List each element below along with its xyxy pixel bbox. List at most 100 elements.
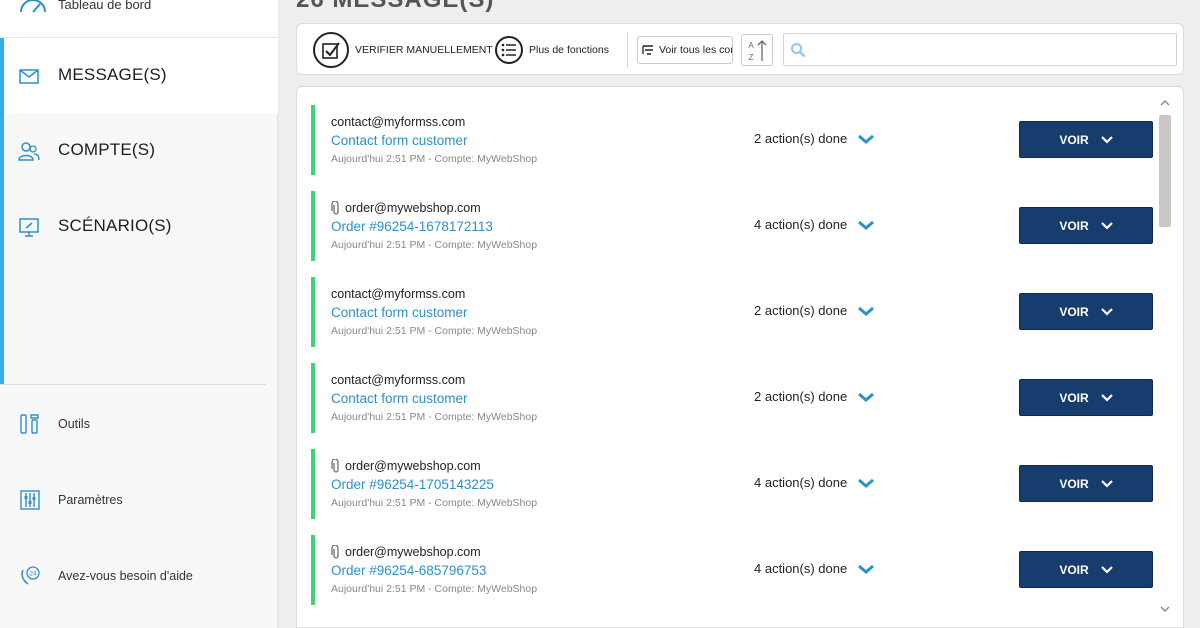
message-list: contact@myformss.com Contact form custom… bbox=[296, 86, 1184, 628]
view-button[interactable]: VOIR bbox=[1019, 293, 1153, 330]
paperclip-icon bbox=[331, 459, 339, 473]
view-button-label: VOIR bbox=[1059, 390, 1089, 405]
message-meta: Aujourd'hui 2:51 PM - Compte: MyWebShop bbox=[331, 153, 538, 165]
list-scrollbar[interactable] bbox=[1157, 95, 1173, 621]
view-button[interactable]: VOIR bbox=[1019, 465, 1153, 502]
chevron-down-icon bbox=[1100, 221, 1113, 230]
message-meta: Aujourd'hui 2:51 PM - Compte: MyWebShop bbox=[331, 497, 538, 509]
sidebar-item-messages[interactable]: MESSAGE(S) bbox=[4, 38, 278, 114]
actions-toggle[interactable]: 4 action(s) done bbox=[754, 217, 875, 232]
actions-count: 4 action(s) done bbox=[754, 561, 848, 576]
view-button-label: VOIR bbox=[1059, 304, 1089, 319]
users-icon bbox=[18, 142, 40, 161]
scroll-up-icon[interactable] bbox=[1160, 99, 1170, 107]
row-status-indicator bbox=[311, 191, 315, 261]
chevron-down-icon bbox=[1100, 479, 1113, 488]
row-status-indicator bbox=[311, 363, 315, 433]
more-functions-button[interactable]: Plus de fonctions bbox=[495, 34, 609, 66]
sidebar-item-scenarios[interactable]: SCÉNARIO(S) bbox=[4, 189, 278, 265]
sidebar-item-help-label: Avez-vous besoin d'aide bbox=[58, 569, 193, 583]
sidebar-item-settings[interactable]: Paramètres bbox=[0, 480, 278, 520]
message-subject-link[interactable]: Order #96254-1678172113 bbox=[331, 219, 493, 234]
sidebar-item-settings-label: Paramètres bbox=[58, 493, 123, 507]
sidebar-item-dashboard[interactable]: Tableau de bord bbox=[0, 0, 278, 38]
chevron-down-icon bbox=[1100, 135, 1113, 144]
dashboard-gauge-icon bbox=[20, 0, 46, 13]
sender-address: order@mywebshop.com bbox=[345, 201, 481, 215]
scrollbar-thumb[interactable] bbox=[1159, 115, 1171, 227]
row-status-indicator bbox=[311, 535, 315, 605]
sender-address: order@mywebshop.com bbox=[345, 545, 481, 559]
view-button-label: VOIR bbox=[1059, 132, 1089, 147]
chevron-down-icon bbox=[858, 220, 875, 230]
view-button-label: VOIR bbox=[1059, 562, 1089, 577]
chevron-down-icon bbox=[858, 392, 875, 402]
actions-toggle[interactable]: 4 action(s) done bbox=[754, 475, 875, 490]
verify-manually-label: VERIFIER MANUELLEMENT bbox=[355, 44, 493, 56]
contact-filter-select[interactable]: Voir tous les contacts bbox=[637, 36, 733, 64]
checklist-icon bbox=[313, 32, 349, 68]
actions-count: 2 action(s) done bbox=[754, 131, 848, 146]
svg-text:24: 24 bbox=[29, 571, 37, 578]
svg-text:Z: Z bbox=[749, 53, 754, 62]
sidebar-item-help[interactable]: 24 Avez-vous besoin d'aide bbox=[0, 556, 278, 596]
actions-toggle[interactable]: 2 action(s) done bbox=[754, 303, 875, 318]
sender-address: order@mywebshop.com bbox=[345, 459, 481, 473]
sidebar-item-accounts[interactable]: COMPTE(S) bbox=[4, 113, 278, 189]
sidebar: Tableau de bord MESSAGE(S) COMPTE(S) SCÉ… bbox=[0, 0, 278, 628]
message-subject-link[interactable]: Contact form customer bbox=[331, 391, 468, 406]
sidebar-divider bbox=[0, 384, 266, 385]
list-item: contact@myformss.com Contact form custom… bbox=[311, 105, 1153, 181]
view-button[interactable]: VOIR bbox=[1019, 207, 1153, 244]
sender-address: contact@myformss.com bbox=[331, 287, 466, 301]
chevron-down-icon bbox=[1100, 565, 1113, 574]
message-subject-link[interactable]: Order #96254-1705143225 bbox=[331, 477, 494, 492]
view-button-label: VOIR bbox=[1059, 476, 1089, 491]
list-item: contact@myformss.com Contact form custom… bbox=[311, 277, 1153, 353]
filter-icon bbox=[642, 45, 653, 55]
message-meta: Aujourd'hui 2:51 PM - Compte: MyWebShop bbox=[331, 411, 538, 423]
search-icon bbox=[791, 43, 806, 58]
toolbar-separator bbox=[627, 32, 628, 68]
view-button[interactable]: VOIR bbox=[1019, 551, 1153, 588]
verify-manually-button[interactable]: VERIFIER MANUELLEMENT bbox=[313, 32, 493, 68]
sidebar-item-tools[interactable]: Outils bbox=[0, 404, 278, 444]
contact-filter-label: Voir tous les contacts bbox=[659, 44, 732, 56]
scroll-down-icon[interactable] bbox=[1160, 605, 1170, 613]
search-input[interactable] bbox=[812, 38, 1172, 62]
sender-address: contact@myformss.com bbox=[331, 115, 466, 129]
support-24h-icon: 24 bbox=[21, 566, 40, 585]
row-status-indicator bbox=[311, 105, 315, 175]
actions-toggle[interactable]: 2 action(s) done bbox=[754, 131, 875, 146]
sidebar-item-dashboard-label: Tableau de bord bbox=[58, 0, 152, 12]
sliders-icon bbox=[20, 490, 40, 510]
sidebar-item-accounts-label: COMPTE(S) bbox=[58, 140, 156, 159]
list-item: order@mywebshop.com Order #96254-1678172… bbox=[311, 191, 1153, 267]
envelope-icon bbox=[19, 69, 39, 84]
more-functions-label: Plus de fonctions bbox=[529, 44, 609, 56]
list-menu-icon bbox=[495, 36, 523, 64]
toolbar: VERIFIER MANUELLEMENT Plus de fonctions … bbox=[296, 23, 1184, 75]
message-sender: contact@myformss.com bbox=[331, 115, 465, 129]
message-subject-link[interactable]: Contact form customer bbox=[331, 133, 468, 148]
actions-toggle[interactable]: 4 action(s) done bbox=[754, 561, 875, 576]
svg-text:A: A bbox=[748, 41, 754, 50]
sort-az-icon: A Z bbox=[748, 40, 767, 62]
message-subject-link[interactable]: Order #96254-685796753 bbox=[331, 563, 486, 578]
actions-toggle[interactable]: 2 action(s) done bbox=[754, 389, 875, 404]
sort-button[interactable]: A Z bbox=[741, 34, 773, 66]
sidebar-item-scenarios-label: SCÉNARIO(S) bbox=[58, 216, 172, 235]
row-status-indicator bbox=[311, 277, 315, 347]
chevron-down-icon bbox=[1100, 307, 1113, 316]
chevron-down-icon bbox=[858, 564, 875, 574]
message-sender: contact@myformss.com bbox=[331, 373, 465, 387]
chevron-down-icon bbox=[1100, 393, 1113, 402]
message-sender: order@mywebshop.com bbox=[331, 545, 481, 559]
message-subject-link[interactable]: Contact form customer bbox=[331, 305, 468, 320]
view-button[interactable]: VOIR bbox=[1019, 121, 1153, 158]
view-button[interactable]: VOIR bbox=[1019, 379, 1153, 416]
actions-count: 4 action(s) done bbox=[754, 217, 848, 232]
sidebar-item-messages-label: MESSAGE(S) bbox=[58, 65, 167, 84]
actions-count: 4 action(s) done bbox=[754, 475, 848, 490]
chevron-down-icon bbox=[858, 134, 875, 144]
